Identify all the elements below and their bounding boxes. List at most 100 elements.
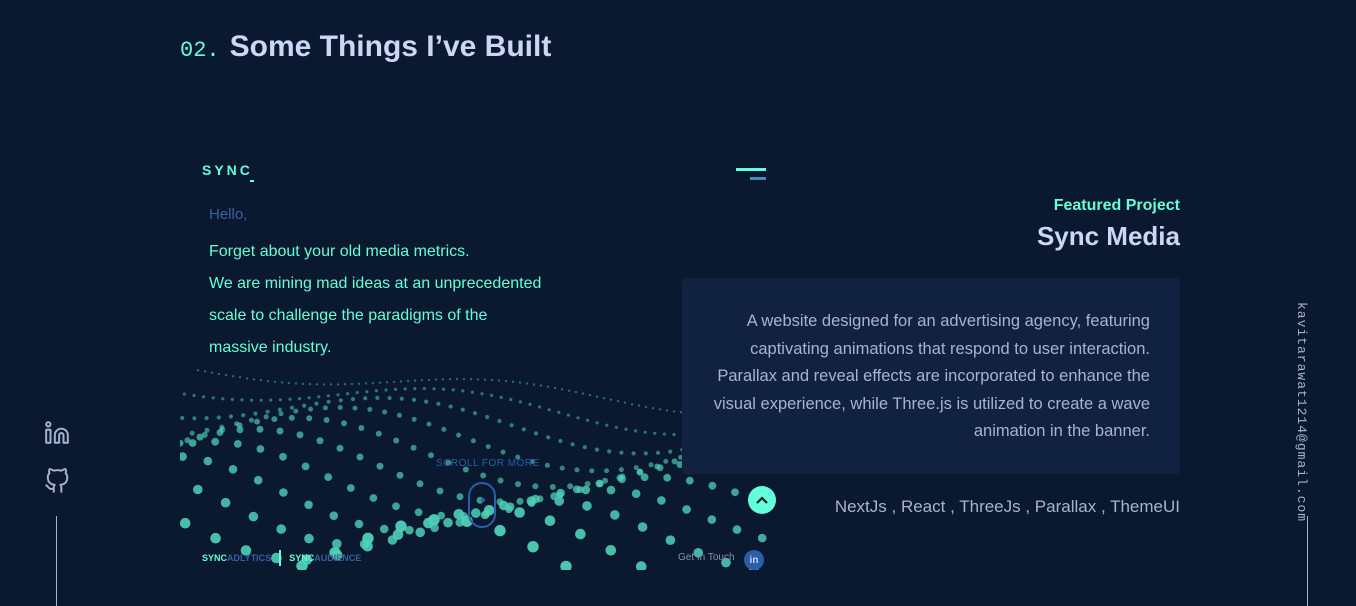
project-description: A website designed for an advertising ag…: [682, 278, 1180, 474]
wave-dot: [265, 409, 270, 414]
wave-dot: [605, 545, 617, 556]
wave-dot: [220, 497, 231, 508]
wave-dot: [289, 405, 295, 410]
wave-dot: [354, 519, 364, 529]
wave-dot: [574, 467, 580, 473]
menu-icon: [736, 168, 766, 182]
wave-dot: [180, 452, 187, 461]
wave-dot: [616, 400, 620, 403]
wave-dot: [376, 462, 384, 470]
wave-dot: [546, 385, 550, 388]
wave-dot: [485, 444, 491, 450]
wave-dot: [574, 390, 578, 394]
wave-dot: [357, 382, 361, 385]
wave-dot: [336, 383, 340, 386]
wave-dot: [221, 397, 225, 401]
wave-dot: [358, 425, 365, 431]
wave-dot: [415, 527, 425, 538]
wave-dot: [448, 378, 452, 381]
linkedin-badge-icon: in: [744, 550, 764, 570]
wave-dot: [326, 394, 330, 398]
wave-dot: [424, 399, 429, 404]
wave-dot: [378, 381, 382, 384]
wave-dot: [480, 392, 484, 396]
wave-dot: [441, 378, 445, 381]
wave-dot: [634, 429, 638, 433]
wave-dot: [375, 430, 382, 437]
wave-dot: [203, 370, 207, 373]
project-overline: Featured Project: [1053, 197, 1180, 214]
wave-dot: [655, 450, 661, 455]
wave-dot: [476, 378, 480, 381]
wave-dot: [456, 493, 464, 501]
wave-dot: [413, 379, 417, 382]
hero-line: Forget about your old media metrics.: [209, 243, 470, 260]
wave-dot: [278, 398, 282, 402]
wave-dot: [248, 417, 254, 423]
wave-dot: [211, 396, 215, 400]
wave-dot: [364, 382, 368, 385]
wave-dot: [180, 415, 185, 421]
wave-dot: [315, 383, 319, 386]
logo-dot: [250, 180, 254, 182]
wave-dot: [346, 484, 355, 492]
wave-dot: [248, 511, 259, 522]
wave-dot: [436, 487, 444, 495]
wave-dot: [276, 524, 286, 534]
wave-dot: [414, 508, 423, 517]
social-links: [42, 420, 72, 494]
wave-dot: [470, 438, 476, 444]
wave-dot: [653, 431, 657, 435]
wave-dot: [732, 525, 742, 534]
wave-dot: [662, 432, 666, 436]
hero-line: massive industry.: [209, 339, 332, 356]
wave-dot: [434, 378, 438, 381]
wave-dot: [263, 414, 269, 420]
project-title[interactable]: Sync Media: [1037, 221, 1180, 252]
wave-dot: [396, 412, 402, 418]
wave-dot: [441, 426, 447, 432]
wave-dot: [595, 395, 599, 398]
sync-logo-text: SYNC: [202, 162, 253, 178]
github-icon[interactable]: [44, 468, 70, 494]
wave-dot: [594, 447, 600, 452]
wave-dot: [685, 476, 694, 485]
wave-dot: [595, 421, 599, 425]
wave-dot: [350, 382, 354, 386]
wave-dot: [451, 388, 455, 392]
wave-dot: [757, 533, 767, 543]
wave-dot: [576, 416, 580, 420]
wave-dot: [396, 471, 404, 479]
wave-dot: [259, 379, 263, 382]
linkedin-icon[interactable]: [44, 420, 70, 446]
wave-dot: [635, 561, 647, 570]
wave-dot: [382, 409, 388, 415]
wave-dot: [387, 395, 392, 401]
wave-dot: [426, 421, 432, 427]
wave-dot: [556, 488, 565, 498]
wave-dot: [581, 485, 591, 495]
wave-dot: [196, 369, 200, 372]
wave-dot: [298, 397, 302, 401]
wave-dot: [442, 387, 446, 391]
email-link[interactable]: kavitarawat1214@gmail.com: [1294, 302, 1309, 522]
hero-line: scale to challenge the paradigms of the: [209, 307, 488, 324]
scroll-label: SCROLL FOR MORE: [436, 458, 540, 469]
project-tech-list: NextJs , React , ThreeJs , Parallax , Th…: [834, 497, 1180, 516]
wave-dot: [392, 380, 396, 384]
wave-dot: [640, 473, 649, 482]
wave-dot: [658, 408, 662, 411]
wave-dot: [394, 387, 398, 391]
wave-dot: [216, 429, 224, 436]
wave-dot: [256, 425, 264, 433]
wave-dot: [317, 395, 321, 399]
wave-dot: [480, 472, 487, 479]
wave-dot: [572, 485, 581, 494]
wave-dot: [269, 398, 273, 402]
wave-dot: [472, 411, 478, 416]
wave-dot: [651, 407, 655, 410]
wave-dot: [533, 431, 539, 436]
wave-dot: [455, 377, 459, 381]
wave-dot: [341, 420, 347, 427]
wave-dot: [304, 533, 314, 544]
